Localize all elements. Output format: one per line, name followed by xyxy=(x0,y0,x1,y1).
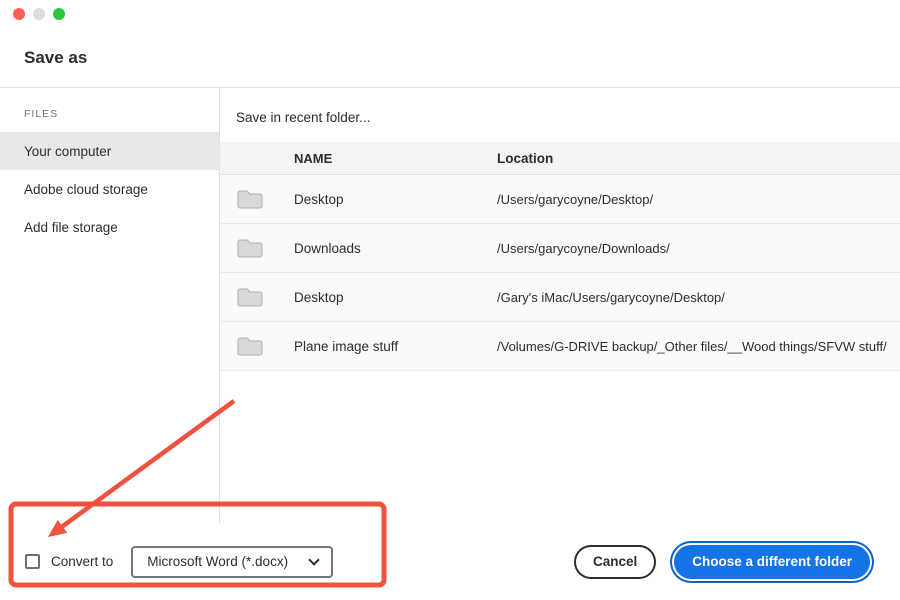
convert-to-checkbox[interactable] xyxy=(25,554,40,569)
column-header-location: Location xyxy=(497,150,554,166)
sidebar: FILES Your computer Adobe cloud storage … xyxy=(0,88,220,524)
folder-location: /Users/garycoyne/Downloads/ xyxy=(497,240,670,256)
convert-format-dropdown[interactable]: Microsoft Word (*.docx) xyxy=(131,545,334,578)
table-row[interactable]: Desktop /Gary's iMac/Users/garycoyne/Des… xyxy=(220,273,900,322)
folder-name: Downloads xyxy=(294,240,361,256)
convert-to-group: Convert to Microsoft Word (*.docx) xyxy=(25,545,334,578)
sidebar-item-label: Adobe cloud storage xyxy=(24,181,148,197)
minimize-window-button[interactable] xyxy=(33,8,45,20)
close-window-button[interactable] xyxy=(13,8,25,20)
sidebar-item-adobe-cloud-storage[interactable]: Adobe cloud storage xyxy=(0,170,219,208)
zoom-window-button[interactable] xyxy=(53,8,65,20)
folder-location: /Users/garycoyne/Desktop/ xyxy=(497,191,654,207)
folder-icon xyxy=(236,286,294,308)
folder-name: Desktop xyxy=(294,191,344,207)
dialog-header: Save as xyxy=(0,28,900,88)
folder-icon xyxy=(236,237,294,259)
cancel-button[interactable]: Cancel xyxy=(573,544,657,579)
folder-location: /Gary's iMac/Users/garycoyne/Desktop/ xyxy=(497,289,725,305)
recent-folders-panel: Save in recent folder... NAME Location D… xyxy=(220,88,900,524)
folder-location: /Volumes/G-DRIVE backup/_Other files/__W… xyxy=(497,338,887,354)
save-in-recent-folder-hint: Save in recent folder... xyxy=(236,110,371,125)
folder-name: Plane image stuff xyxy=(294,338,399,354)
page-title: Save as xyxy=(24,47,88,67)
sidebar-item-label: Your computer xyxy=(24,143,112,159)
dialog-footer: Convert to Microsoft Word (*.docx) Cance… xyxy=(0,524,900,599)
sidebar-section-label: FILES xyxy=(24,108,59,120)
dialog-body: FILES Your computer Adobe cloud storage … xyxy=(0,88,900,524)
folder-icon xyxy=(236,335,294,357)
choose-different-folder-button[interactable]: Choose a different folder xyxy=(674,544,870,579)
window-titlebar xyxy=(0,0,900,28)
table-row[interactable]: Desktop /Users/garycoyne/Desktop/ xyxy=(220,175,900,224)
folder-icon xyxy=(236,188,294,210)
table-row[interactable]: Downloads /Users/garycoyne/Downloads/ xyxy=(220,224,900,273)
sidebar-item-your-computer[interactable]: Your computer xyxy=(0,132,219,170)
column-header-name: NAME xyxy=(294,150,333,166)
chevron-down-icon xyxy=(308,554,320,566)
sidebar-item-add-file-storage[interactable]: Add file storage xyxy=(0,208,219,246)
footer-actions: Cancel Choose a different folder xyxy=(573,544,874,579)
folder-name: Desktop xyxy=(294,289,344,305)
sidebar-item-label: Add file storage xyxy=(24,219,118,235)
table-row[interactable]: Plane image stuff /Volumes/G-DRIVE backu… xyxy=(220,322,900,371)
convert-format-value: Microsoft Word (*.docx) xyxy=(147,554,289,569)
table-header-row: NAME Location xyxy=(220,142,900,175)
convert-to-label: Convert to xyxy=(51,554,114,569)
